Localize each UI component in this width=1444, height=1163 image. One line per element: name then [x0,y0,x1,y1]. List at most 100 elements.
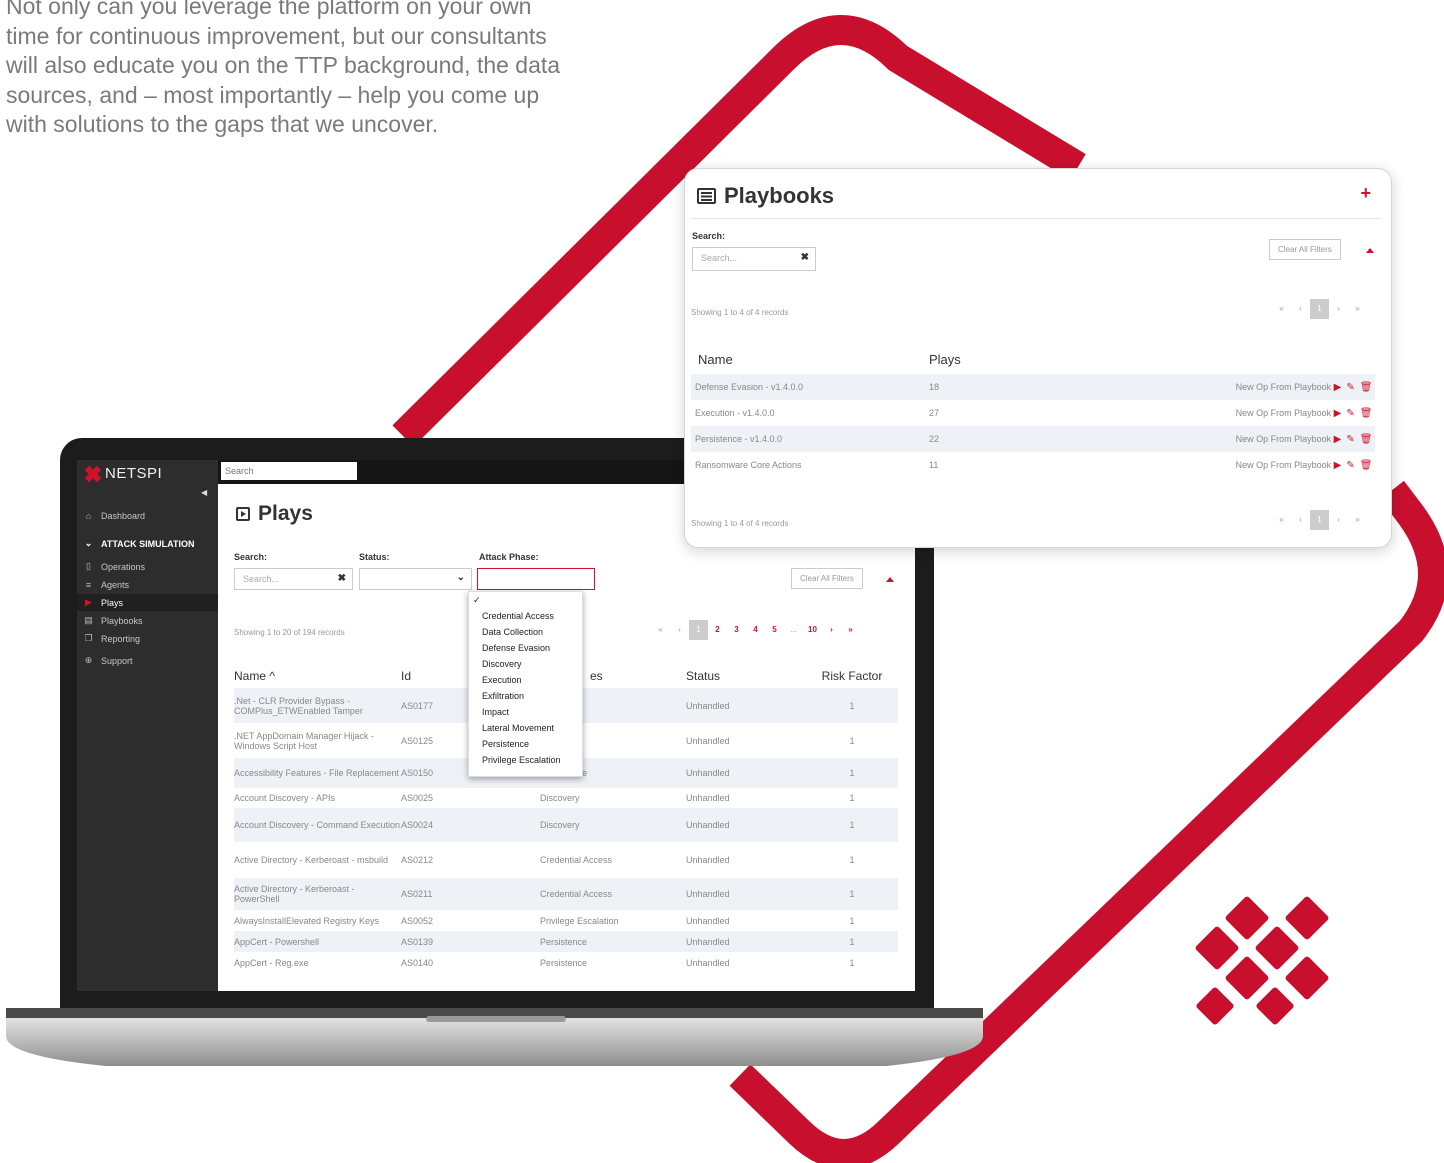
sidebar-item-playbooks[interactable]: ▤ Playbooks [77,612,218,629]
play-name-link[interactable]: Accessibility Features - File Replacemen… [234,758,401,788]
first-page-button[interactable]: « [1272,299,1291,319]
playbook-name-link[interactable]: Defense Evasion - v1.4.0.0 [691,374,929,400]
table-row[interactable]: Active Directory - Kerberoast - PowerShe… [234,878,898,910]
playbook-name-link[interactable]: Execution - v1.4.0.0 [691,400,929,426]
trash-icon[interactable]: 🗑 [1360,434,1373,445]
collapse-filters-icon[interactable] [1366,248,1374,253]
dropdown-option[interactable]: Impact [469,704,582,720]
row-actions: New Op From Playbook ▶ ✎ 🗑 [1199,374,1375,400]
play-name-link[interactable]: .NET AppDomain Manager Hijack - Windows … [234,723,401,758]
sidebar-item-reporting[interactable]: ❐ Reporting [77,630,218,647]
dropdown-option-selected[interactable]: ✓ [469,592,582,608]
page-button[interactable]: 1 [689,620,708,640]
column-header-name[interactable]: Name ^ [234,664,401,688]
play-name-link[interactable]: Account Discovery - Command Execution [234,808,401,842]
last-page-button[interactable]: » [1348,510,1367,530]
page-button[interactable]: 4 [746,620,765,640]
play-icon[interactable]: ▶ [1334,408,1342,419]
table-row[interactable]: Account Discovery - APIs AS0025 Discover… [234,788,898,808]
trash-icon[interactable]: 🗑 [1360,382,1373,393]
prev-page-button[interactable]: ‹ [670,620,689,640]
table-row[interactable]: Account Discovery - Command Execution AS… [234,808,898,842]
new-op-from-playbook-link[interactable]: New Op From Playbook [1236,408,1332,418]
prev-page-button[interactable]: ‹ [1291,299,1310,319]
sidebar-item-support[interactable]: ⊕ Support [77,652,218,669]
plays-search-input[interactable]: Search... ✖ [234,568,353,590]
play-id: AS0212 [401,855,434,865]
dropdown-option[interactable]: Lateral Movement [469,720,582,736]
last-page-button[interactable]: » [841,620,860,640]
dropdown-option[interactable]: Data Collection [469,624,582,640]
table-row[interactable]: Active Directory - Kerberoast - msbuild … [234,842,898,878]
column-header-status[interactable]: Status [676,664,806,688]
page-button[interactable]: 3 [727,620,746,640]
page-button[interactable]: 2 [708,620,727,640]
clear-search-icon[interactable]: ✖ [338,573,346,584]
play-name-link[interactable]: AppCert - Reg.exe [234,952,401,973]
page-button[interactable]: 5 [765,620,784,640]
trash-icon[interactable]: 🗑 [1360,460,1373,471]
play-name-link[interactable]: Account Discovery - APIs [234,788,401,808]
sidebar-item-dashboard[interactable]: ⌂ Dashboard [77,507,218,524]
plus-icon[interactable]: + [1360,183,1371,204]
playbook-name-link[interactable]: Ransomware Core Actions [691,452,929,478]
table-row[interactable]: AppCert - Powershell AS0139 Persistence … [234,931,898,952]
collapse-filters-icon[interactable] [886,577,894,582]
table-row[interactable]: AppCert - Reg.exe AS0140 Persistence Unh… [234,952,898,973]
clear-search-icon[interactable]: ✖ [801,252,809,263]
pencil-icon[interactable]: ✎ [1346,434,1354,445]
new-op-from-playbook-link[interactable]: New Op From Playbook [1236,460,1332,470]
sidebar-item-agents[interactable]: ≡ Agents [77,576,218,593]
new-op-from-playbook-link[interactable]: New Op From Playbook [1236,382,1332,392]
play-icon[interactable]: ▶ [1334,382,1342,393]
table-row[interactable]: Execution - v1.4.0.0 27 New Op From Play… [691,400,1375,426]
play-name-link[interactable]: Active Directory - Kerberoast - msbuild [234,842,401,878]
play-icon[interactable]: ▶ [1334,460,1342,471]
next-page-button[interactable]: › [1329,299,1348,319]
clear-all-filters-button[interactable]: Clear All Filters [1269,239,1341,260]
pencil-icon[interactable]: ✎ [1346,460,1354,471]
last-page-button[interactable]: » [1348,299,1367,319]
collapse-sidebar-icon[interactable]: ◀ [201,488,207,497]
dropdown-option[interactable]: Discovery [469,656,582,672]
table-row[interactable]: Defense Evasion - v1.4.0.0 18 New Op Fro… [691,374,1375,400]
play-name-link[interactable]: .Net - CLR Provider Bypass - COMPlus_ETW… [234,688,401,723]
first-page-button[interactable]: « [1272,510,1291,530]
next-page-button[interactable]: › [822,620,841,640]
attack-phase-select[interactable] [477,568,595,590]
play-name-link[interactable]: Active Directory - Kerberoast - PowerShe… [234,878,401,910]
dropdown-option[interactable]: Exfiltration [469,688,582,704]
page-button[interactable]: 10 [803,620,822,640]
table-row[interactable]: AlwaysInstallElevated Registry Keys AS00… [234,910,898,931]
playbooks-search-input[interactable]: Search... ✖ [692,247,816,271]
new-op-from-playbook-link[interactable]: New Op From Playbook [1236,434,1332,444]
sidebar-item-operations[interactable]: ▯ Operations [77,558,218,575]
dropdown-option[interactable]: Defense Evasion [469,640,582,656]
page-button[interactable]: 1 [1310,299,1329,319]
play-name-link[interactable]: AppCert - Powershell [234,931,401,952]
play-name-link[interactable]: AlwaysInstallElevated Registry Keys [234,910,401,931]
prev-page-button[interactable]: ‹ [1291,510,1310,530]
trash-icon[interactable]: 🗑 [1360,408,1373,419]
page-button[interactable]: 1 [1310,510,1329,530]
clear-all-filters-button[interactable]: Clear All Filters [791,568,863,589]
column-header-name[interactable]: Name [691,345,929,374]
column-header-risk-factor[interactable]: Risk Factor [806,664,898,688]
table-row[interactable]: Persistence - v1.4.0.0 22 New Op From Pl… [691,426,1375,452]
sidebar-item-plays[interactable]: ▶ Plays [77,594,218,611]
pencil-icon[interactable]: ✎ [1346,408,1354,419]
next-page-button[interactable]: › [1329,510,1348,530]
dropdown-option[interactable]: Credential Access [469,608,582,624]
play-icon[interactable]: ▶ [1334,434,1342,445]
sidebar-section-attack-simulation[interactable]: ⌄ ATTACK SIMULATION [77,535,218,552]
first-page-button[interactable]: « [651,620,670,640]
playbook-name-link[interactable]: Persistence - v1.4.0.0 [691,426,929,452]
dropdown-option[interactable]: Execution [469,672,582,688]
status-select[interactable]: ⌄ [359,568,472,590]
dropdown-option[interactable]: Privilege Escalation [469,752,582,768]
column-header-plays[interactable]: Plays [929,345,1199,374]
pencil-icon[interactable]: ✎ [1346,382,1354,393]
global-search-input[interactable] [221,462,357,480]
table-row[interactable]: Ransomware Core Actions 11 New Op From P… [691,452,1375,478]
dropdown-option[interactable]: Persistence [469,736,582,752]
